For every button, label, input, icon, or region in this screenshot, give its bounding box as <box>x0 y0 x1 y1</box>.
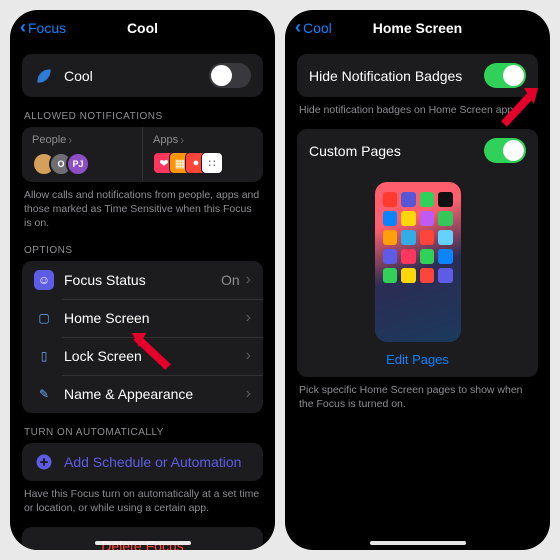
chevron-right-icon: › <box>246 271 251 289</box>
add-schedule-button[interactable]: Add Schedule or Automation <box>22 443 263 481</box>
options-header: OPTIONS <box>10 231 275 261</box>
allowed-header: ALLOWED NOTIFICATIONS <box>10 97 275 127</box>
people-avatars: OPJ <box>32 152 132 176</box>
homescreen-icon: ▢ <box>34 308 54 328</box>
chevron-right-icon: › <box>246 347 251 365</box>
edit-pages-button[interactable]: Edit Pages <box>297 348 538 377</box>
allowed-footer: Allow calls and notifications from peopl… <box>10 182 275 231</box>
home-indicator <box>370 541 466 545</box>
home-screen-settings-screen: ‹ Cool Home Screen Hide Notification Bad… <box>285 10 550 550</box>
focus-settings-screen: ‹ Focus Cool Cool ALLOWED NOTIFICATIONS <box>10 10 275 550</box>
apps-button[interactable]: Apps› ❤▦●∷ <box>143 127 263 182</box>
page-title: Home Screen <box>285 20 550 36</box>
delete-focus-button[interactable]: Delete Focus <box>22 527 263 550</box>
lockscreen-icon: ▯ <box>34 346 54 366</box>
option-name-appearance[interactable]: ✎ Name & Appearance › <box>22 375 263 413</box>
apps-tiles: ❤▦●∷ <box>153 152 253 174</box>
option-focus-status[interactable]: ☺ Focus Status On › <box>22 261 263 299</box>
homescreen-preview-icon <box>375 182 461 342</box>
chevron-right-icon: › <box>68 133 72 147</box>
nav-bar: ‹ Focus Cool <box>10 10 275 46</box>
focus-name: Cool <box>64 68 209 84</box>
option-home-screen[interactable]: ▢ Home Screen › <box>22 299 263 337</box>
apps-label: Apps <box>153 134 178 146</box>
option-label: Home Screen <box>64 310 246 326</box>
custom-pages-label: Custom Pages <box>309 143 484 159</box>
page-title: Cool <box>10 20 275 36</box>
option-label: Lock Screen <box>64 348 246 364</box>
avatar: PJ <box>66 152 90 176</box>
add-schedule-label: Add Schedule or Automation <box>64 454 251 470</box>
people-label: People <box>32 134 66 146</box>
nav-bar: ‹ Cool Home Screen <box>285 10 550 46</box>
hide-badges-toggle[interactable] <box>484 63 526 88</box>
auto-footer: Have this Focus turn on automatically at… <box>10 481 275 515</box>
hide-badges-footer: Hide notification badges on Home Screen … <box>285 97 550 117</box>
focusstatus-icon: ☺ <box>34 270 54 290</box>
plus-circle-icon <box>34 452 54 472</box>
hide-badges-row: Hide Notification Badges <box>297 54 538 97</box>
pages-footer: Pick specific Home Screen pages to show … <box>285 377 550 411</box>
custom-pages-row: Custom Pages <box>297 129 538 172</box>
auto-header: TURN ON AUTOMATICALLY <box>10 413 275 443</box>
hide-badges-label: Hide Notification Badges <box>309 68 484 84</box>
option-lock-screen[interactable]: ▯ Lock Screen › <box>22 337 263 375</box>
focus-toggle-card: Cool <box>22 54 263 97</box>
edit-pages-label: Edit Pages <box>386 352 449 367</box>
chevron-right-icon: › <box>246 309 251 327</box>
chevron-right-icon: › <box>180 133 184 147</box>
custom-pages-toggle[interactable] <box>484 138 526 163</box>
app-tile: ∷ <box>201 152 223 174</box>
appearance-icon: ✎ <box>34 384 54 404</box>
option-label: Name & Appearance <box>64 386 246 402</box>
options-card: ☺ Focus Status On ›▢ Home Screen ›▯ Lock… <box>22 261 263 413</box>
home-indicator <box>95 541 191 545</box>
people-button[interactable]: People› OPJ <box>22 127 143 182</box>
chevron-right-icon: › <box>246 385 251 403</box>
option-label: Focus Status <box>64 272 221 288</box>
focus-toggle[interactable] <box>209 63 251 88</box>
allowed-card: People› OPJ Apps› ❤▦●∷ <box>22 127 263 182</box>
page-preview[interactable] <box>297 182 538 342</box>
option-value: On <box>221 272 240 288</box>
leaf-icon <box>34 66 54 86</box>
